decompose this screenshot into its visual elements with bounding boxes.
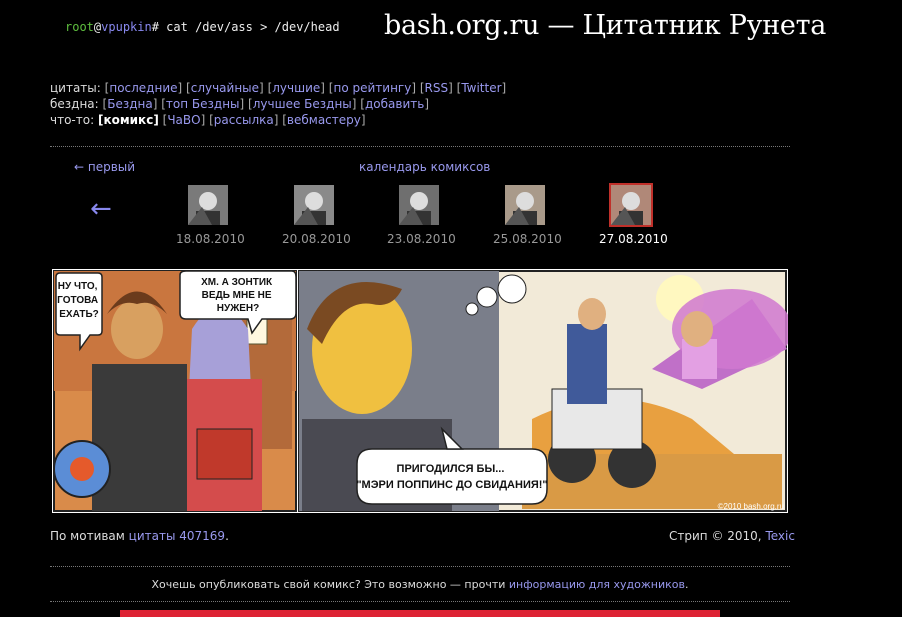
artists-info-link[interactable]: информацию для художников (509, 578, 685, 591)
credits-source-prefix: По мотивам (50, 529, 129, 543)
comic-thumbnail[interactable] (399, 185, 439, 225)
main-nav: цитаты: [последние] [случайные] [лучшие]… (50, 80, 506, 128)
site-title: bash.org.ru — Цитатник Рунета (384, 10, 827, 41)
nav-item-wrapper: [добавить] (360, 97, 429, 111)
prompt-command: # cat /dev/ass > /dev/head (151, 20, 340, 34)
next-comic-preview (120, 610, 720, 617)
nav-link[interactable]: лучшее Бездны (253, 97, 352, 111)
nav-row-label: что-то: (50, 113, 95, 127)
publish-prefix: Хочешь опубликовать свой комикс? Это воз… (151, 578, 509, 591)
nav-link[interactable]: рассылка (214, 113, 274, 127)
bubble1-line2: ГОТОВА (57, 295, 98, 306)
nav-link[interactable]: топ Бездны (166, 97, 240, 111)
nav-item-wrapper: [случайные] (186, 81, 264, 95)
nav-link[interactable]: последние (109, 81, 177, 95)
comic-thumbnail[interactable] (188, 185, 228, 225)
nav-link[interactable]: по рейтингу (333, 81, 411, 95)
bubble1-line1: НУ ЧТО, (58, 281, 98, 292)
prompt-user: root (65, 20, 94, 34)
bubble1-line3: ЕХАТЬ? (59, 309, 98, 320)
bubble2-line3: НУЖЕН? (217, 303, 259, 314)
comic-date[interactable]: 20.08.2010 (282, 232, 351, 246)
nav-item-wrapper: [топ Бездны] (161, 97, 245, 111)
comic-date[interactable]: 25.08.2010 (493, 232, 562, 246)
bubble3-line2: "МЭРИ ПОППИНС ДО СВИДАНИЯ!" (356, 479, 547, 491)
nav-item-wrapper: [RSS] (419, 81, 453, 95)
nav-item-wrapper: [рассылка] (209, 113, 279, 127)
comic-date[interactable]: 18.08.2010 (176, 232, 245, 246)
quote-link[interactable]: цитаты 407169 (129, 529, 225, 543)
prev-arrow-icon[interactable]: ← (90, 196, 112, 222)
nav-item-wrapper: [лучшее Бездны] (248, 97, 357, 111)
nav-item-wrapper: [ЧаВО] (162, 113, 206, 127)
first-comic-link[interactable]: ← первый (74, 160, 135, 174)
nav-link[interactable]: вебмастеру (287, 113, 361, 127)
nav-link[interactable]: ЧаВО (167, 113, 200, 127)
comics-calendar-link[interactable]: календарь комиксов (359, 160, 490, 174)
nav-item-wrapper: [последние] (104, 81, 183, 95)
publish-suffix: . (685, 578, 689, 591)
nav-link[interactable]: Бездна (107, 97, 153, 111)
author-link[interactable]: Texic (765, 529, 795, 543)
comic-thumbnail[interactable] (505, 185, 545, 225)
nav-link[interactable]: добавить (365, 97, 424, 111)
nav-item-wrapper: [Бездна] (102, 97, 158, 111)
divider (50, 146, 790, 147)
nav-row: цитаты: [последние] [случайные] [лучшие]… (50, 80, 506, 96)
svg-text:НУ ЧТО, ГОТОВА ЕХА: НУ ЧТО, ГОТОВА ЕХАТЬ? (57, 281, 101, 320)
nav-row: бездна: [Бездна] [топ Бездны] [лучшее Бе… (50, 96, 506, 112)
comic-copyright: ©2010 bash.org.ru (718, 502, 784, 511)
publish-notice: Хочешь опубликовать свой комикс? Это воз… (0, 578, 840, 591)
comic-strip: НУ ЧТО, ГОТОВА ЕХАТЬ? ХМ. А ЗОНТИК ВЕДЬ … (52, 269, 792, 513)
bubble3-line1: ПРИГОДИЛСЯ БЫ... (397, 463, 505, 475)
nav-current-comics: [комикс] (97, 113, 159, 127)
divider (50, 601, 790, 602)
bubble2-line2: ВЕДЬ МНЕ НЕ (202, 290, 272, 301)
divider (50, 566, 790, 567)
credits-source-suffix: . (225, 529, 229, 543)
nav-item-wrapper: [Twitter] (456, 81, 507, 95)
nav-link[interactable]: лучшие (272, 81, 320, 95)
credits-author-prefix: Стрип © 2010, (669, 529, 766, 543)
comic-thumbnail[interactable] (294, 185, 334, 225)
nav-item-wrapper: [вебмастеру] (282, 113, 366, 127)
comic-date: 27.08.2010 (599, 232, 668, 246)
nav-link[interactable]: Twitter (461, 81, 501, 95)
comic-date[interactable]: 23.08.2010 (387, 232, 456, 246)
nav-row: что-то: [комикс] [ЧаВО] [рассылка] [вебм… (50, 112, 506, 128)
credits-source: По мотивам цитаты 407169. (50, 529, 229, 543)
prompt-host: vpupkin (101, 20, 152, 34)
terminal-prompt: root@vpupkin# cat /dev/ass > /dev/head (65, 20, 340, 34)
nav-row-label: бездна: (50, 97, 99, 111)
nav-link[interactable]: RSS (425, 81, 449, 95)
nav-link[interactable]: случайные (191, 81, 259, 95)
bubble2-line1: ХМ. А ЗОНТИК (201, 277, 273, 288)
nav-item-wrapper: [по рейтингу] (328, 81, 417, 95)
nav-item-wrapper: [лучшие] (267, 81, 325, 95)
credits-author: Стрип © 2010, Texic (669, 529, 795, 543)
nav-row-label: цитаты: (50, 81, 101, 95)
comic-thumbnail[interactable] (609, 183, 653, 227)
